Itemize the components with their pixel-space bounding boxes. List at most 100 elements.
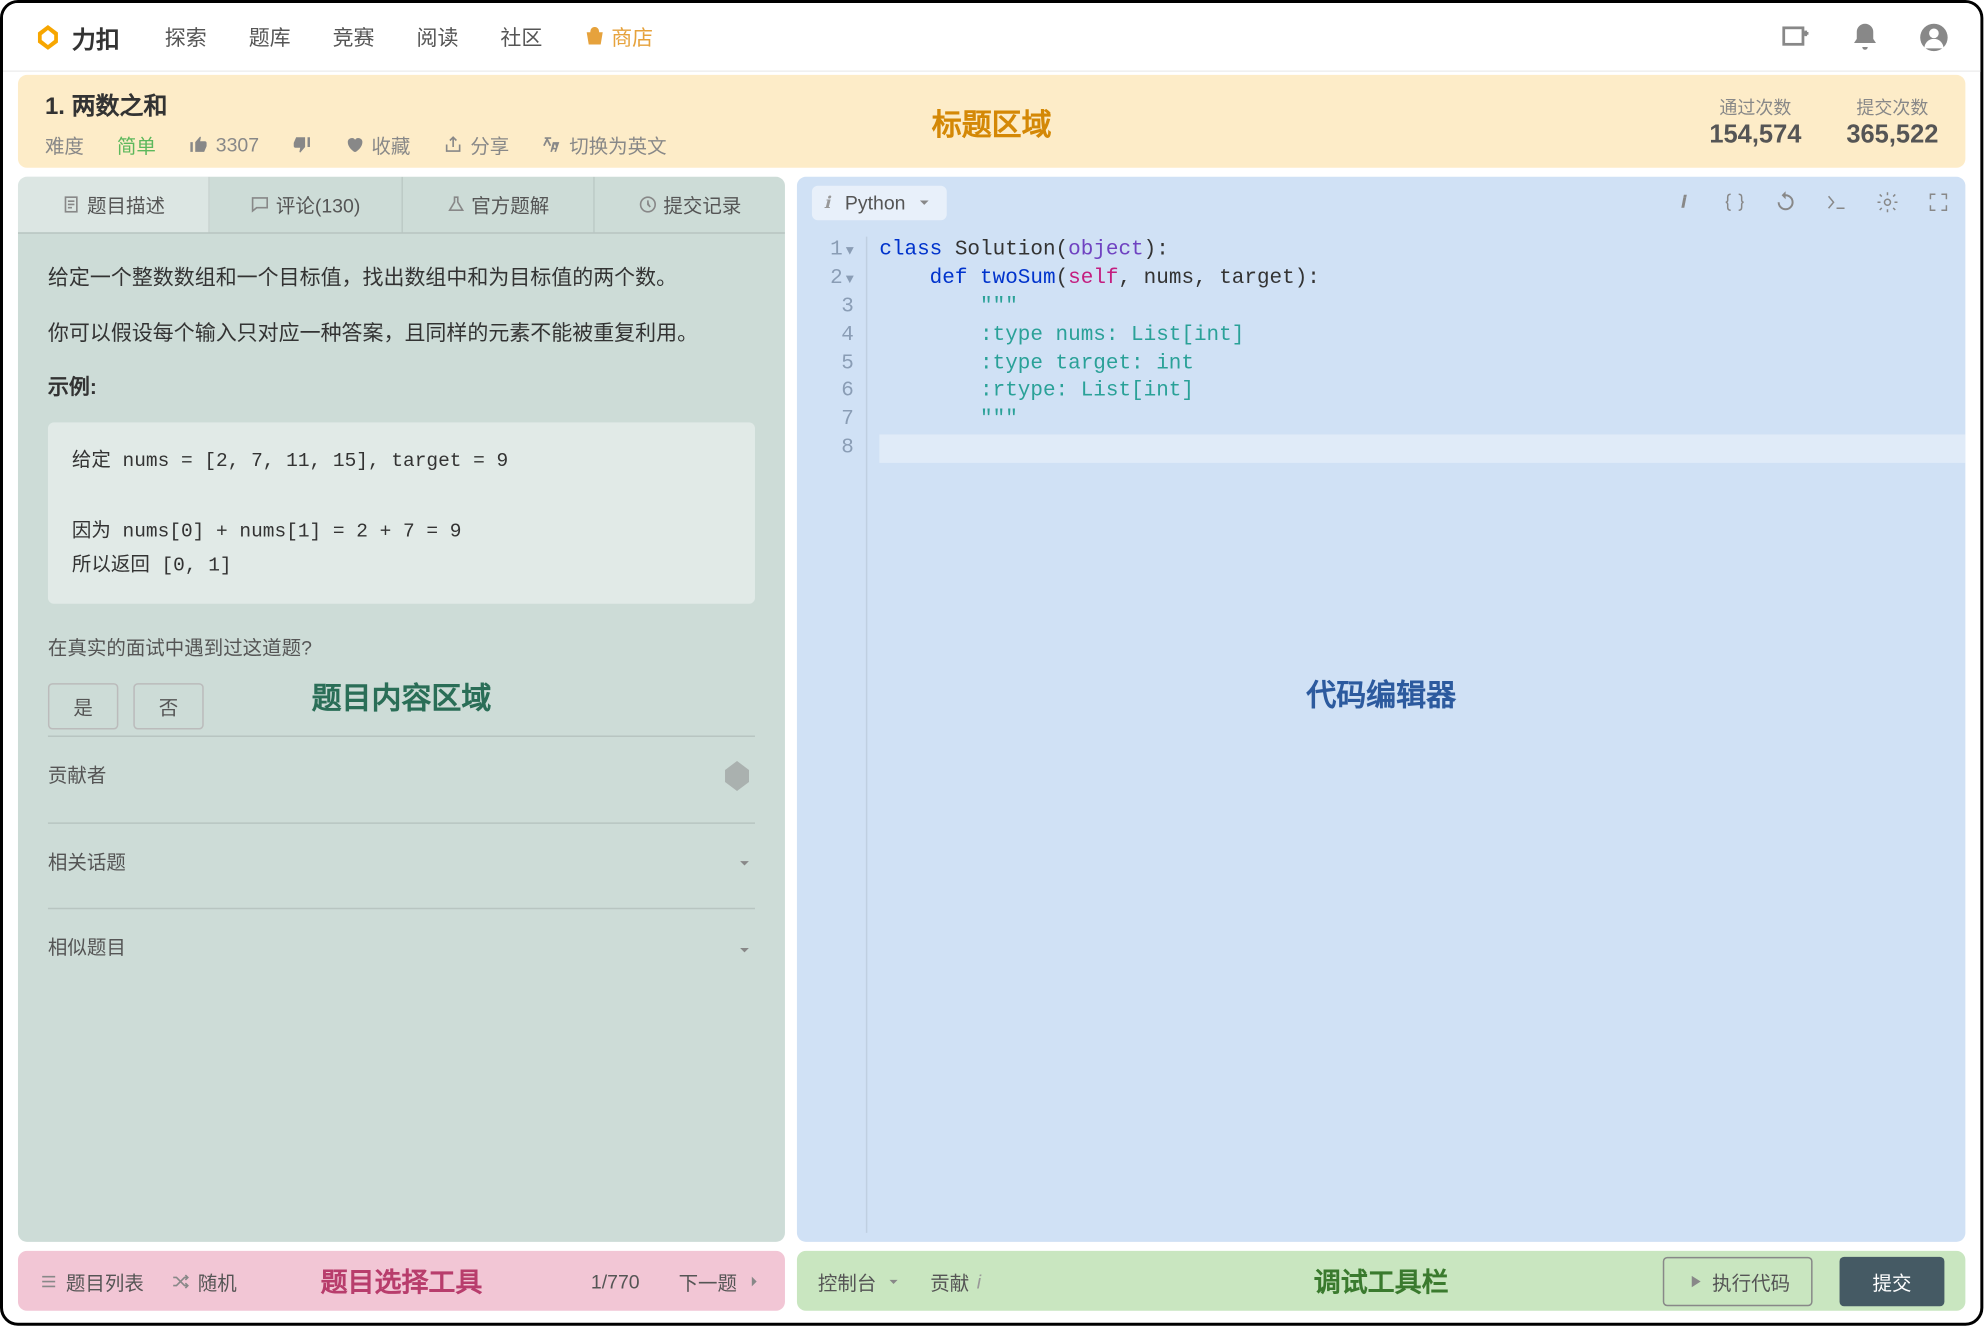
editor-panel: Python i 1▼ 2▼ 3 4 5 — [797, 177, 1965, 1242]
thumbs-down-icon — [292, 134, 311, 153]
fullscreen-icon[interactable] — [1926, 190, 1950, 214]
related-topics-section[interactable]: 相关话题 — [48, 822, 755, 902]
share-button[interactable]: 分享 — [443, 130, 509, 158]
shuffle-icon — [171, 1271, 190, 1290]
title-bar: 1. 两数之和 难度 简单 3307 收藏 分享 — [18, 75, 1965, 168]
brand-text: 力扣 — [72, 19, 120, 55]
page-indicator: 1/770 — [591, 1270, 640, 1292]
tab-description[interactable]: 题目描述 — [18, 177, 210, 232]
list-icon — [39, 1271, 58, 1290]
title-meta: 难度 简单 3307 收藏 分享 — [45, 130, 667, 158]
problem-list-button[interactable]: 题目列表 — [39, 1267, 144, 1295]
debug-overlay-label: 调试工具栏 — [1314, 1261, 1449, 1300]
example-box: 给定 nums = [2, 7, 11, 15], target = 9 因为 … — [48, 422, 755, 604]
favorite-button[interactable]: 收藏 — [344, 130, 410, 158]
difficulty-value: 简单 — [117, 130, 156, 158]
translate-icon — [542, 134, 561, 153]
desc-p1: 给定一个整数数组和一个目标值，找出数组中和为目标值的两个数。 — [48, 258, 755, 298]
bottom-bars: 题目列表 随机 题目选择工具 1/770 下一题 控制台 贡献 i 调 — [3, 1251, 1980, 1323]
code-content[interactable]: class Solution(object): def twoSum(self,… — [866, 237, 1966, 1233]
dislike-button[interactable] — [292, 134, 311, 153]
yes-button[interactable]: 是 — [48, 683, 118, 729]
editor-icons: i — [1672, 190, 1951, 214]
chevron-right-icon — [745, 1271, 764, 1290]
settings-icon[interactable] — [1875, 190, 1899, 214]
accepted-value: 154,574 — [1709, 119, 1801, 149]
tab-comments[interactable]: 评论(130) — [210, 177, 402, 232]
run-code-button[interactable]: 执行代码 — [1663, 1256, 1813, 1305]
history-icon — [638, 195, 657, 214]
submit-button[interactable]: 提交 — [1840, 1256, 1945, 1305]
bell-icon[interactable] — [1849, 20, 1882, 53]
doc-icon — [62, 195, 81, 214]
flask-icon — [446, 195, 465, 214]
console-button[interactable]: 控制台 — [818, 1267, 903, 1295]
submissions-value: 365,522 — [1846, 119, 1938, 149]
chevron-down-icon — [734, 852, 755, 873]
top-nav: 力扣 探索 题库 竞赛 阅读 社区 商店 — [3, 3, 1980, 72]
logo[interactable]: 力扣 — [33, 19, 120, 55]
nav-explore[interactable]: 探索 — [165, 22, 207, 52]
accepted-label: 通过次数 — [1719, 94, 1791, 119]
comment-icon — [250, 195, 269, 214]
difficulty-label: 难度 — [45, 130, 84, 158]
nav-contest[interactable]: 竞赛 — [333, 22, 375, 52]
description-panel: 题目描述 评论(130) 官方题解 提交记录 给定一个整数数组和一个目标值，找出… — [18, 177, 785, 1242]
nav-right — [1780, 20, 1951, 53]
play-icon — [1685, 1271, 1704, 1290]
left-tabs: 题目描述 评论(130) 官方题解 提交记录 — [18, 177, 785, 234]
thumbs-up-icon — [189, 134, 208, 153]
user-icon[interactable] — [1917, 20, 1950, 53]
chevron-down-icon — [915, 192, 936, 213]
line-gutter: 1▼ 2▼ 3 4 5 6 7 8 — [797, 237, 866, 1233]
nav-items: 探索 题库 竞赛 阅读 社区 商店 — [165, 22, 653, 52]
playground-icon[interactable] — [1780, 20, 1813, 53]
submissions-stat: 提交次数 365,522 — [1846, 94, 1938, 149]
nav-problems[interactable]: 题库 — [249, 22, 291, 52]
submissions-label: 提交次数 — [1856, 94, 1928, 119]
info-icon: i — [977, 1270, 981, 1292]
contribute-button[interactable]: 贡献 i — [930, 1267, 981, 1295]
title-stats: 通过次数 154,574 提交次数 365,522 — [1709, 94, 1938, 149]
title-overlay-label: 标题区域 — [932, 100, 1052, 143]
problem-title: 1. 两数之和 — [45, 85, 667, 121]
share-icon — [443, 134, 462, 153]
interview-question: 在真实的面试中遇到过这道题? — [48, 631, 755, 668]
similar-problems-section[interactable]: 相似题目 — [48, 908, 755, 988]
code-editor[interactable]: 1▼ 2▼ 3 4 5 6 7 8 class Solution(object)… — [797, 228, 1965, 1242]
desc-p2: 你可以假设每个输入只对应一种答案，且同样的元素不能被重复利用。 — [48, 312, 755, 352]
nav-community[interactable]: 社区 — [500, 22, 542, 52]
switch-language-button[interactable]: 切换为英文 — [542, 130, 666, 158]
braces-icon[interactable] — [1723, 190, 1747, 214]
tab-solution[interactable]: 官方题解 — [402, 177, 594, 232]
language-select[interactable]: Python — [812, 185, 948, 219]
accepted-stat: 通过次数 154,574 — [1709, 94, 1801, 149]
heart-icon — [344, 134, 363, 153]
description-body: 给定一个整数数组和一个目标值，找出数组中和为目标值的两个数。 你可以假设每个输入… — [18, 234, 785, 1242]
main-area: 题目描述 评论(130) 官方题解 提交记录 给定一个整数数组和一个目标值，找出… — [3, 168, 1980, 1251]
caret-down-icon — [884, 1271, 903, 1290]
svg-text:i: i — [1682, 194, 1686, 211]
like-button[interactable]: 3307 — [189, 133, 259, 155]
contributors-section[interactable]: 贡献者 — [48, 736, 755, 816]
reset-icon[interactable] — [1774, 190, 1798, 214]
debug-toolbar: 控制台 贡献 i 调试工具栏 执行代码 提交 — [797, 1251, 1965, 1311]
next-problem-button[interactable]: 下一题 — [679, 1267, 764, 1295]
terminal-icon[interactable] — [1825, 190, 1849, 214]
nav-read[interactable]: 阅读 — [416, 22, 458, 52]
yes-no-buttons: 是 否 — [48, 683, 755, 729]
editor-toolbar: Python i — [797, 177, 1965, 228]
tab-submissions[interactable]: 提交记录 — [594, 177, 785, 232]
logo-icon — [33, 22, 63, 52]
random-button[interactable]: 随机 — [171, 1267, 237, 1295]
shop-icon — [584, 26, 605, 47]
leetcode-logo-icon — [719, 759, 755, 795]
problem-nav-overlay-label: 题目选择工具 — [321, 1261, 483, 1300]
info-icon[interactable]: i — [1672, 190, 1696, 214]
example-label: 示例: — [48, 367, 755, 407]
chevron-down-icon — [734, 939, 755, 960]
nav-shop[interactable]: 商店 — [584, 22, 653, 52]
title-left: 1. 两数之和 难度 简单 3307 收藏 分享 — [45, 85, 667, 158]
no-button[interactable]: 否 — [133, 683, 203, 729]
problem-nav-bar: 题目列表 随机 题目选择工具 1/770 下一题 — [18, 1251, 785, 1311]
